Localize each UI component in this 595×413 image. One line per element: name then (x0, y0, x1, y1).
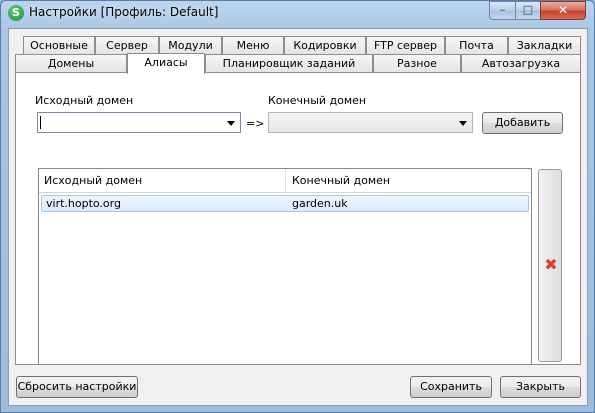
aliases-panel: Исходный домен Конечный домен => Добавит… (15, 72, 581, 365)
target-domain-combobox[interactable] (268, 112, 473, 133)
tab-autoload[interactable]: Автозагрузка (461, 54, 581, 73)
close-window-button[interactable]: ✕ (540, 1, 586, 20)
tab-ftp-server[interactable]: FTP сервер (366, 36, 445, 55)
tab-mail[interactable]: Почта (445, 36, 508, 55)
tab-scheduler[interactable]: Планировщик заданий (205, 54, 373, 73)
aliases-list[interactable]: Исходный домен Конечный домен virt.hopto… (38, 168, 532, 365)
cell-target-domain: garden.uk (292, 197, 348, 210)
tab-bookmarks[interactable]: Закладки (508, 36, 581, 55)
chevron-down-icon[interactable] (459, 121, 467, 126)
table-row[interactable]: virt.hopto.org garden.uk (41, 195, 529, 212)
tab-encodings[interactable]: Кодировки (284, 36, 366, 55)
close-button[interactable]: Закрыть (500, 376, 581, 398)
tab-domains[interactable]: Домены (15, 54, 127, 73)
target-domain-label: Конечный домен (268, 94, 367, 107)
tab-aliases[interactable]: Алиасы (127, 53, 205, 74)
column-header-source[interactable]: Исходный домен (44, 174, 142, 187)
window-title: Настройки [Профиль: Default] (29, 5, 219, 19)
delete-alias-button[interactable]: ✖ (538, 169, 562, 362)
save-button[interactable]: Сохранить (410, 376, 492, 398)
tab-misc[interactable]: Разное (373, 54, 461, 73)
column-header-target[interactable]: Конечный домен (292, 174, 390, 187)
minimize-button[interactable]: – (489, 1, 516, 20)
tab-menu[interactable]: Меню (222, 36, 284, 55)
tab-osnovnye[interactable]: Основные (23, 36, 95, 55)
cell-source-domain: virt.hopto.org (46, 197, 121, 210)
dialog-client-area: Основные Сервер Модули Меню Кодировки FT… (8, 28, 588, 406)
list-header: Исходный домен Конечный домен (39, 169, 531, 193)
text-cursor (40, 116, 41, 129)
delete-icon: ✖ (544, 255, 558, 274)
app-logo-icon: S (8, 5, 24, 21)
column-divider[interactable] (285, 169, 286, 193)
source-domain-combobox[interactable] (37, 112, 241, 133)
reset-settings-button[interactable]: Сбросить настройки (16, 376, 138, 398)
settings-window: S Настройки [Профиль: Default] – □ ✕ Осн… (0, 0, 595, 413)
source-domain-label: Исходный домен (35, 94, 134, 107)
add-button[interactable]: Добавить (482, 112, 563, 134)
arrow-separator: => (246, 117, 265, 130)
maximize-button[interactable]: □ (515, 1, 541, 20)
title-bar[interactable]: S Настройки [Профиль: Default] – □ ✕ (1, 1, 594, 25)
chevron-down-icon[interactable] (227, 121, 235, 126)
